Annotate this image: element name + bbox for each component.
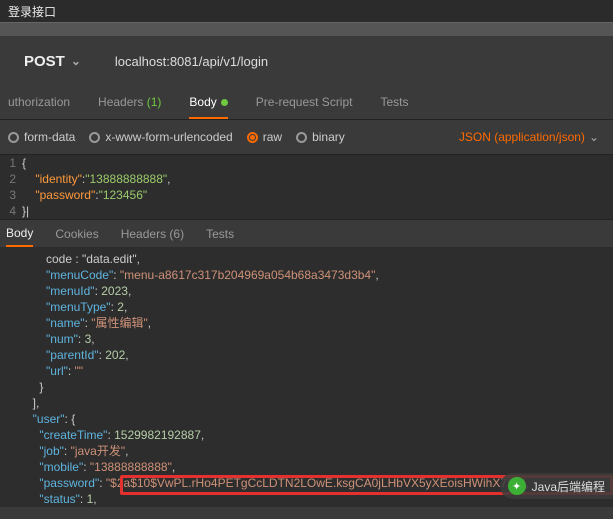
response-tabs: Body Cookies Headers (6) Tests (0, 219, 613, 247)
tab-headers[interactable]: Headers (1) (98, 87, 161, 119)
method-label: POST (24, 53, 65, 70)
tab-body[interactable]: Body (189, 87, 227, 119)
radio-binary[interactable]: binary (296, 130, 345, 144)
tab-authorization[interactable]: uthorization (8, 87, 70, 119)
body-type-row: form-data x-www-form-urlencoded raw bina… (0, 120, 613, 154)
resp-tab-cookies[interactable]: Cookies (55, 222, 98, 246)
http-method-select[interactable]: POST ⌄ (10, 43, 95, 80)
wechat-icon: ✦ (508, 477, 526, 495)
content-type-select[interactable]: JSON (application/json)⌄ (459, 130, 599, 144)
resp-tab-headers[interactable]: Headers (6) (121, 222, 184, 246)
request-row: POST ⌄ (0, 36, 613, 86)
resp-tab-tests[interactable]: Tests (206, 222, 234, 246)
window-title: 登录接口 (0, 0, 613, 22)
url-input[interactable] (95, 44, 603, 79)
chevron-down-icon: ⌄ (71, 54, 81, 68)
radio-urlencoded[interactable]: x-www-form-urlencoded (89, 130, 232, 144)
watermark-badge: ✦ Java后端编程 (500, 473, 613, 499)
tab-tests[interactable]: Tests (380, 87, 408, 119)
dot-icon (221, 99, 228, 106)
toolbar-strip (0, 22, 613, 36)
radio-raw[interactable]: raw (247, 130, 282, 144)
request-body-editor[interactable]: 1{2 "identity":"13888888888",3 "password… (0, 154, 613, 219)
chevron-down-icon: ⌄ (589, 130, 599, 144)
request-tabs: uthorization Headers (1) Body Pre-reques… (0, 86, 613, 120)
tab-prerequest[interactable]: Pre-request Script (256, 87, 353, 119)
resp-tab-body[interactable]: Body (6, 221, 33, 247)
radio-form-data[interactable]: form-data (8, 130, 75, 144)
response-body[interactable]: code : "data.edit", "menuCode": "menu-a8… (0, 247, 613, 507)
